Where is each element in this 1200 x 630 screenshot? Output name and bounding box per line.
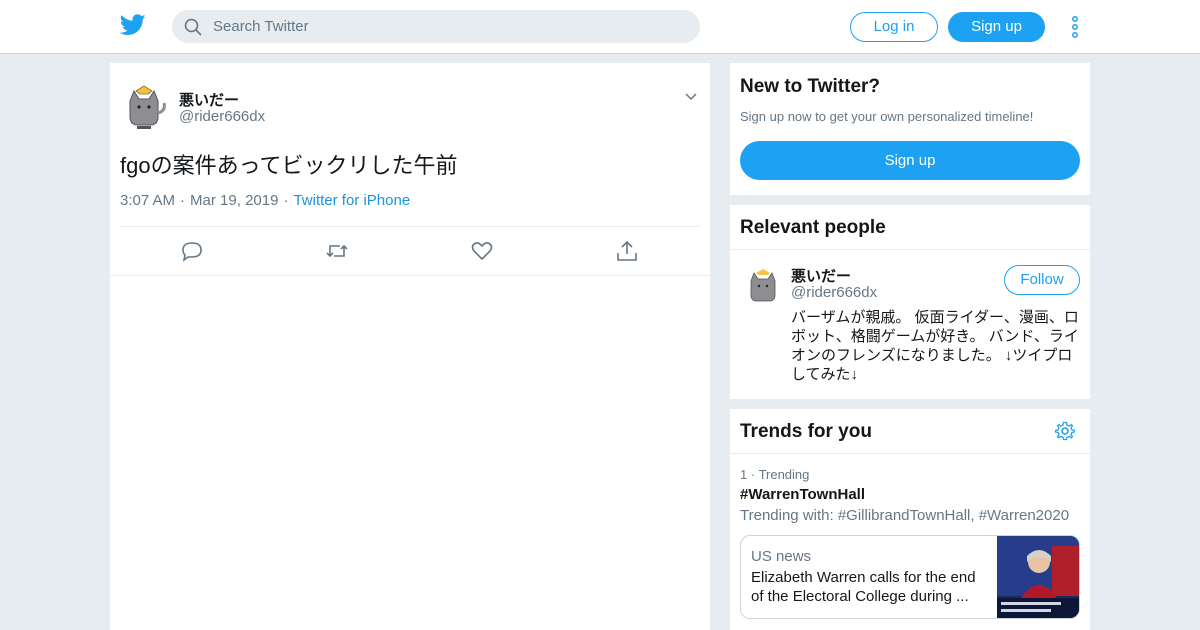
trend-rank: 1 · Trending <box>740 467 810 482</box>
tweet-author-handle[interactable]: @rider666dx <box>179 108 265 125</box>
card-subtitle: Sign up now to get your own personalized… <box>740 109 1034 124</box>
signup-large-button[interactable]: Sign up <box>740 141 1080 180</box>
tweet-source-link[interactable]: Twitter for iPhone <box>293 192 410 209</box>
tweet-meta: 3:07 AM · Mar 19, 2019 · Twitter for iPhone <box>120 192 410 209</box>
signup-button[interactable]: Sign up <box>948 12 1045 42</box>
vertical-dots-icon[interactable] <box>1069 15 1081 39</box>
trend-rank-number: 1 <box>740 467 748 482</box>
retweet-icon[interactable] <box>325 239 349 263</box>
gear-icon[interactable] <box>1055 421 1075 441</box>
tweet-time[interactable]: 3:07 AM <box>120 192 175 209</box>
login-button[interactable]: Log in <box>850 12 938 42</box>
divider <box>120 226 700 227</box>
tweet-date[interactable]: Mar 19, 2019 <box>190 192 278 209</box>
tweet-text: fgoの案件あってビックリした午前 <box>120 153 458 178</box>
avatar[interactable] <box>745 265 781 305</box>
person-handle[interactable]: @rider666dx <box>791 284 877 301</box>
reply-icon[interactable] <box>180 239 204 263</box>
top-bar: Search Twitter Log in Sign up <box>0 0 1200 54</box>
follow-button[interactable]: Follow <box>1004 265 1080 295</box>
card-title: New to Twitter? <box>740 76 881 97</box>
chevron-down-icon[interactable] <box>684 90 698 104</box>
divider <box>730 453 1090 454</box>
twitter-bird-icon[interactable] <box>120 14 146 36</box>
relevant-people-card: Relevant people 悪いだー @rider666dx Follow … <box>730 205 1090 399</box>
search-icon <box>184 18 202 36</box>
like-icon[interactable] <box>470 239 494 263</box>
person-bio: バーザムが親戚。 仮面ライダー、漫画、ロボット、格闘ゲームが好き。 バンド、ライ… <box>791 309 1079 383</box>
divider <box>110 275 710 276</box>
tweet-author-name[interactable]: 悪いだー <box>179 89 239 110</box>
news-category: US news <box>751 548 812 565</box>
meta-separator: · <box>283 192 289 209</box>
new-to-twitter-card: New to Twitter? Sign up now to get your … <box>730 63 1090 195</box>
avatar[interactable] <box>120 83 168 131</box>
meta-separator: · <box>180 192 186 209</box>
trend-hashtag-link[interactable]: #WarrenTownHall <box>740 486 865 503</box>
divider <box>730 249 1090 250</box>
news-title[interactable]: Elizabeth Warren calls for the end of th… <box>751 568 991 606</box>
trending-with[interactable]: Trending with: #GillibrandTownHall, #War… <box>740 507 1069 524</box>
tweet-actions <box>120 239 700 263</box>
search-box[interactable]: Search Twitter <box>172 10 700 43</box>
share-icon[interactable] <box>615 239 639 263</box>
trends-card: Trends for you 1 · Trending #WarrenTownH… <box>730 409 1090 630</box>
news-card[interactable]: US news Elizabeth Warren calls for the e… <box>740 535 1080 619</box>
card-title: Relevant people <box>740 217 886 238</box>
search-input[interactable]: Search Twitter <box>213 18 309 35</box>
news-thumbnail[interactable] <box>997 536 1080 619</box>
tweet-card: 悪いだー @rider666dx fgoの案件あってビックリした午前 3:07 … <box>110 63 710 630</box>
person-name[interactable]: 悪いだー <box>791 265 851 286</box>
card-title: Trends for you <box>740 421 872 442</box>
trend-label: Trending <box>758 467 810 482</box>
